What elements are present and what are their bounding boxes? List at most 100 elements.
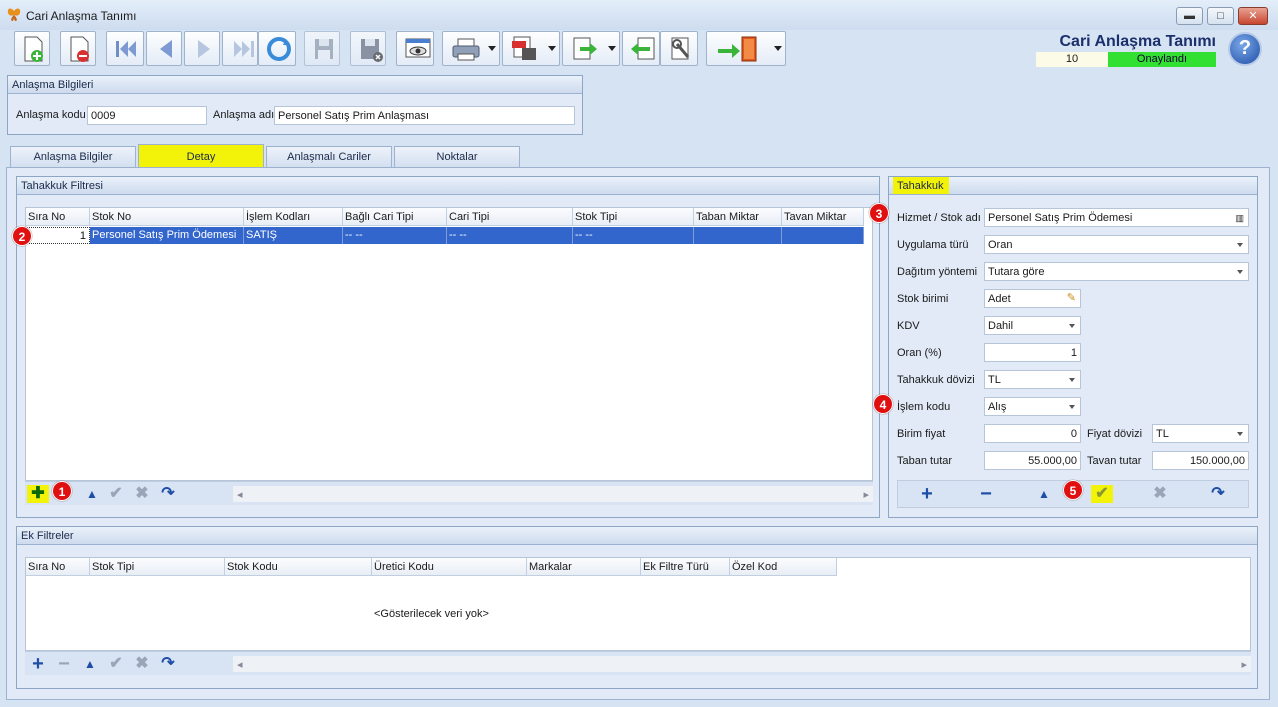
anlasma-kodu-input[interactable]: 0009: [87, 106, 207, 125]
close-icon: ✕: [1248, 10, 1258, 22]
cell[interactable]: -- --: [447, 227, 573, 244]
move-up-button[interactable]: ▲: [81, 485, 103, 503]
preview-button[interactable]: [396, 31, 434, 66]
scroll-right-icon[interactable]: ▸: [1241, 658, 1247, 671]
column-header[interactable]: Özel Kod: [730, 558, 837, 576]
redo-button[interactable]: ↷: [157, 655, 179, 673]
delete-doc-icon: [70, 36, 89, 62]
cell[interactable]: Personel Satış Prim Ödemesi: [90, 227, 244, 244]
minimize-button[interactable]: ▬: [1176, 7, 1203, 25]
tahakkuk-dovizi-select[interactable]: TL: [984, 370, 1081, 389]
cell[interactable]: 1: [26, 227, 90, 244]
first-record-button[interactable]: [106, 31, 144, 66]
dagitim-select[interactable]: Tutara göre: [984, 262, 1249, 281]
import-button[interactable]: [622, 31, 660, 66]
refresh-button[interactable]: [258, 31, 296, 66]
scroll-right-icon[interactable]: ▸: [863, 488, 869, 501]
refresh-icon: [267, 37, 291, 61]
move-up-button[interactable]: ▲: [1033, 485, 1055, 503]
exit-button[interactable]: [706, 31, 786, 66]
confirm-button[interactable]: ✔: [105, 485, 127, 503]
eraser-icon[interactable]: ✎: [1067, 291, 1076, 305]
column-header[interactable]: Taban Miktar: [694, 208, 782, 226]
cell[interactable]: SATIŞ: [244, 227, 343, 244]
column-header[interactable]: Stok Tipi: [90, 558, 225, 576]
column-header[interactable]: Stok No: [90, 208, 244, 226]
chevron-down-icon[interactable]: [608, 46, 616, 51]
tab-detay[interactable]: Detay: [138, 144, 264, 168]
remove-row-button[interactable]: −: [53, 654, 75, 674]
import-icon: [631, 37, 655, 60]
tab-anlasmali-cariler[interactable]: Anlaşmalı Cariler: [266, 146, 392, 167]
export-button[interactable]: [562, 31, 620, 66]
table-row[interactable]: 1 Personel Satış Prim Ödemesi SATIŞ -- -…: [26, 227, 864, 244]
confirm-button[interactable]: ✔: [105, 655, 127, 673]
tahakkuk-grid[interactable]: Sıra No Stok No İşlem Kodları Bağlı Cari…: [25, 207, 873, 481]
column-header[interactable]: Sıra No: [26, 558, 90, 576]
cell[interactable]: -- --: [343, 227, 447, 244]
hizmet-input[interactable]: Personel Satış Prim Ödemesi ▥: [984, 208, 1249, 227]
add-button[interactable]: +: [916, 484, 938, 504]
cell[interactable]: -- --: [573, 227, 694, 244]
column-header[interactable]: Stok Tipi: [573, 208, 694, 226]
stok-birimi-input[interactable]: Adet ✎: [984, 289, 1081, 308]
tab-noktalar[interactable]: Noktalar: [394, 146, 520, 167]
birim-fiyat-input[interactable]: 0: [984, 424, 1081, 443]
cell[interactable]: [694, 227, 782, 244]
scroll-left-icon[interactable]: ◂: [237, 658, 243, 671]
ek-filtreler-grid[interactable]: Sıra No Stok Tipi Stok Kodu Üretici Kodu…: [25, 557, 1251, 651]
move-up-button[interactable]: ▲: [79, 655, 101, 673]
barcode-icon[interactable]: ▥: [1235, 211, 1244, 225]
chevron-down-icon[interactable]: [488, 46, 496, 51]
redo-button[interactable]: ↷: [157, 485, 179, 503]
export-icon: [573, 37, 597, 60]
prev-record-button[interactable]: [146, 31, 182, 66]
hizmet-label: Hizmet / Stok adı: [897, 212, 981, 224]
column-header[interactable]: Cari Tipi: [447, 208, 573, 226]
column-header[interactable]: Ek Filtre Türü: [641, 558, 730, 576]
column-header[interactable]: Sıra No: [26, 208, 90, 226]
scroll-left-icon[interactable]: ◂: [237, 488, 243, 501]
anlasma-adi-input[interactable]: Personel Satış Prim Anlaşması: [274, 106, 575, 125]
help-button[interactable]: ?: [1228, 32, 1262, 66]
cancel-button[interactable]: ✖: [1149, 485, 1171, 503]
remove-button[interactable]: −: [975, 484, 997, 504]
save-button[interactable]: [304, 31, 340, 66]
islem-kodu-select[interactable]: Alış: [984, 397, 1081, 416]
column-header[interactable]: Üretici Kodu: [372, 558, 527, 576]
cancel-button[interactable]: ✖: [131, 655, 153, 673]
last-record-button[interactable]: [222, 31, 258, 66]
new-button[interactable]: [14, 31, 50, 66]
horizontal-scrollbar[interactable]: ◂ ▸: [233, 656, 1251, 672]
uygulama-select[interactable]: Oran: [984, 235, 1249, 254]
oran-input[interactable]: 1: [984, 343, 1081, 362]
redo-button[interactable]: ↷: [1207, 485, 1229, 503]
column-header[interactable]: Stok Kodu: [225, 558, 372, 576]
add-row-button[interactable]: +: [27, 654, 49, 674]
confirm-button[interactable]: ✔: [1091, 485, 1113, 503]
delete-button[interactable]: [60, 31, 96, 66]
cell[interactable]: [782, 227, 864, 244]
kdv-select[interactable]: Dahil: [984, 316, 1081, 335]
column-header[interactable]: İşlem Kodları: [244, 208, 343, 226]
tools-button[interactable]: [660, 31, 698, 66]
save-close-button[interactable]: [350, 31, 386, 66]
fiyat-dovizi-select[interactable]: TL: [1152, 424, 1249, 443]
column-header[interactable]: Markalar: [527, 558, 641, 576]
chevron-down-icon[interactable]: [548, 46, 556, 51]
column-header[interactable]: Bağlı Cari Tipi: [343, 208, 447, 226]
next-record-button[interactable]: [184, 31, 220, 66]
maximize-button[interactable]: □: [1207, 7, 1234, 25]
chevron-down-icon[interactable]: [774, 46, 782, 51]
taban-tutar-input[interactable]: 55.000,00: [984, 451, 1081, 470]
pdf-button[interactable]: [502, 31, 560, 66]
tab-anlasma-bilgiler[interactable]: Anlaşma Bilgiler: [10, 146, 136, 167]
column-header[interactable]: Tavan Miktar: [782, 208, 864, 226]
print-button[interactable]: [442, 31, 500, 66]
tavan-tutar-input[interactable]: 150.000,00: [1152, 451, 1249, 470]
close-button[interactable]: ✕: [1238, 7, 1268, 25]
cancel-button[interactable]: ✖: [131, 485, 153, 503]
add-row-button[interactable]: ✚: [27, 485, 49, 503]
horizontal-scrollbar[interactable]: ◂ ▸: [233, 486, 873, 502]
form-title: Cari Anlaşma Tanımı: [1059, 33, 1217, 50]
